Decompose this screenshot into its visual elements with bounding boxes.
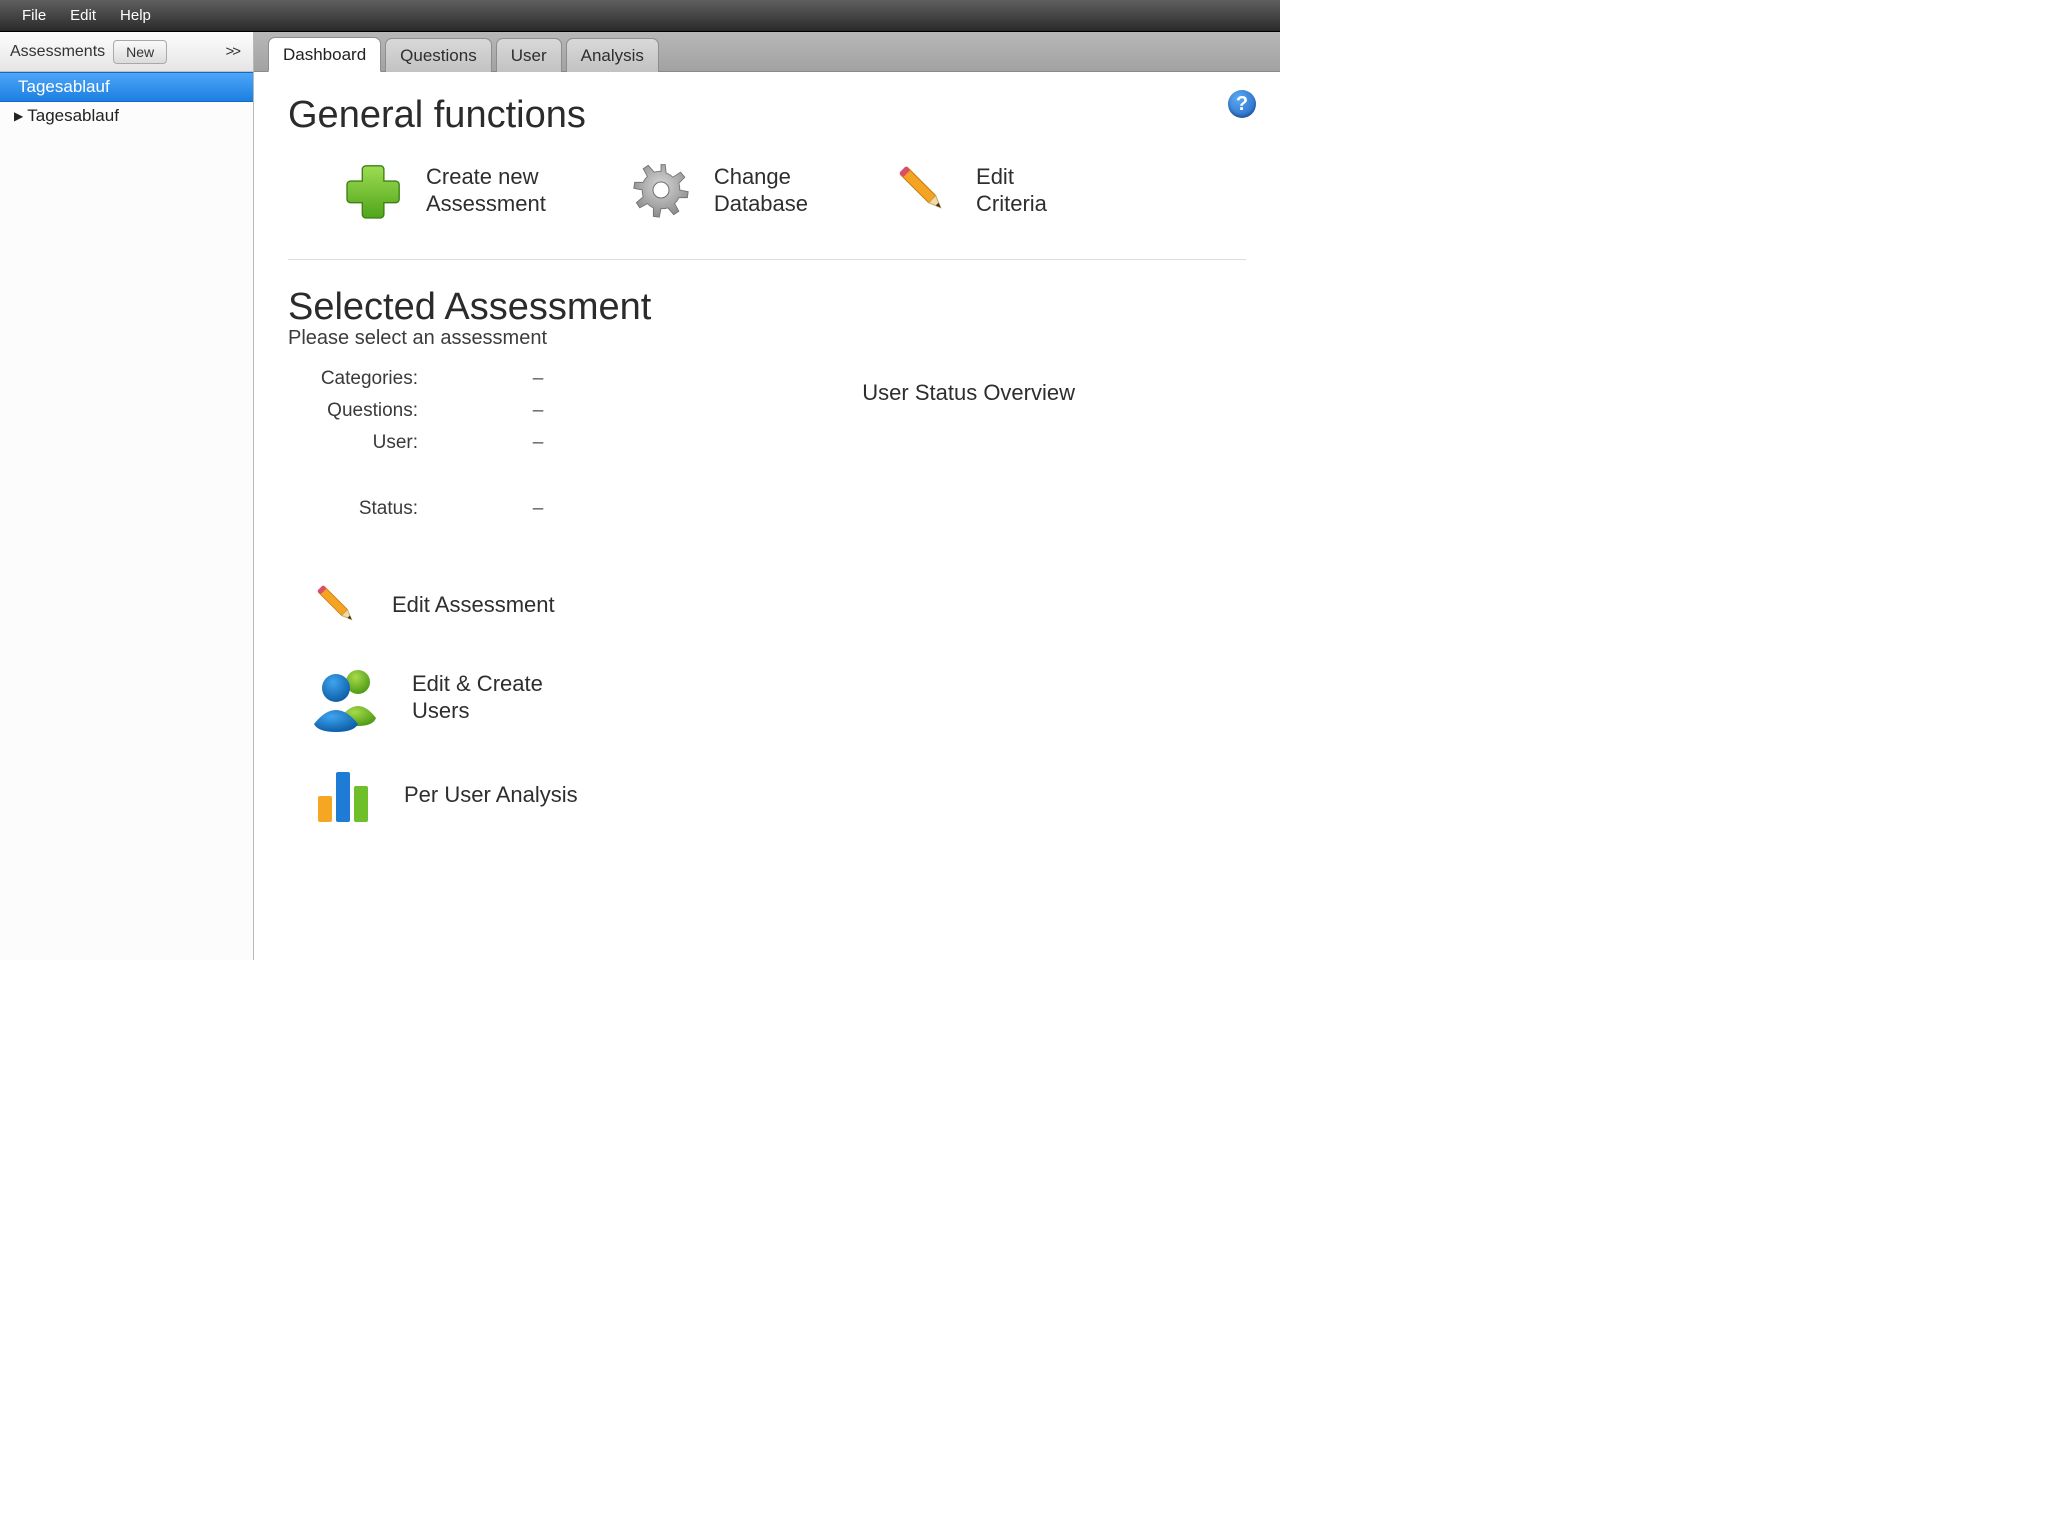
sidebar-title: Assessments xyxy=(10,43,105,61)
status-value: – xyxy=(458,498,618,520)
user-label: User: xyxy=(298,432,418,454)
categories-value: – xyxy=(458,368,618,390)
questions-label: Questions: xyxy=(298,400,418,422)
plus-icon xyxy=(338,155,408,225)
selected-assessment-heading: Selected Assessment xyxy=(288,286,651,329)
app-body: Assessments New >> Tagesablauf ▶ Tagesab… xyxy=(0,32,1280,960)
divider xyxy=(288,259,1246,260)
gear-icon xyxy=(626,155,696,225)
edit-criteria-label: Edit Criteria xyxy=(976,163,1047,218)
main-area: Dashboard Questions User Analysis ? Gene… xyxy=(254,32,1280,960)
pencil-icon xyxy=(308,576,366,634)
tab-user[interactable]: User xyxy=(496,38,562,72)
pencil-icon xyxy=(888,155,958,225)
user-status-overview: User Status Overview xyxy=(691,286,1246,406)
categories-label: Categories: xyxy=(298,368,418,390)
per-user-analysis-button[interactable]: Per User Analysis xyxy=(308,760,651,830)
disclosure-triangle-icon: ▶ xyxy=(14,109,23,123)
sidebar: Assessments New >> Tagesablauf ▶ Tagesab… xyxy=(0,32,254,960)
change-database-button[interactable]: Change Database xyxy=(626,155,808,225)
new-assessment-button[interactable]: New xyxy=(113,40,167,64)
sidebar-item[interactable]: ▶ Tagesablauf xyxy=(0,102,253,130)
edit-create-users-button[interactable]: Edit & Create Users xyxy=(308,662,651,732)
users-icon xyxy=(308,662,386,732)
create-new-assessment-button[interactable]: Create new Assessment xyxy=(338,155,546,225)
menubar: File Edit Help xyxy=(0,0,1280,32)
questions-value: – xyxy=(458,400,618,422)
bar-chart-icon xyxy=(308,760,378,830)
edit-create-users-label: Edit & Create Users xyxy=(412,670,543,725)
tab-questions[interactable]: Questions xyxy=(385,38,492,72)
assessment-actions: Edit Assessment xyxy=(288,576,651,830)
assessment-stats: Categories: – Questions: – User: – Statu… xyxy=(288,368,651,520)
sidebar-header: Assessments New >> xyxy=(0,32,253,72)
tab-dashboard[interactable]: Dashboard xyxy=(268,37,381,72)
tabbar: Dashboard Questions User Analysis xyxy=(254,32,1280,72)
edit-assessment-label: Edit Assessment xyxy=(392,591,555,619)
tab-analysis[interactable]: Analysis xyxy=(566,38,659,72)
selected-assessment-subtitle: Please select an assessment xyxy=(288,327,651,350)
edit-criteria-button[interactable]: Edit Criteria xyxy=(888,155,1047,225)
collapse-sidebar-button[interactable]: >> xyxy=(221,41,243,62)
content: ? General functions xyxy=(254,72,1280,960)
status-label: Status: xyxy=(298,498,418,520)
general-functions-row: Create new Assessment xyxy=(288,155,1246,225)
user-value: – xyxy=(458,432,618,454)
menu-help[interactable]: Help xyxy=(108,3,163,28)
create-new-assessment-label: Create new Assessment xyxy=(426,163,546,218)
sidebar-item-label: Tagesablauf xyxy=(27,106,119,126)
per-user-analysis-label: Per User Analysis xyxy=(404,781,578,809)
general-functions-heading: General functions xyxy=(288,94,1246,137)
menu-edit[interactable]: Edit xyxy=(58,3,108,28)
edit-assessment-button[interactable]: Edit Assessment xyxy=(308,576,651,634)
menu-file[interactable]: File xyxy=(10,3,58,28)
sidebar-item-selected[interactable]: Tagesablauf xyxy=(0,72,253,102)
change-database-label: Change Database xyxy=(714,163,808,218)
sidebar-list: Tagesablauf ▶ Tagesablauf xyxy=(0,72,253,960)
help-icon[interactable]: ? xyxy=(1228,90,1256,118)
